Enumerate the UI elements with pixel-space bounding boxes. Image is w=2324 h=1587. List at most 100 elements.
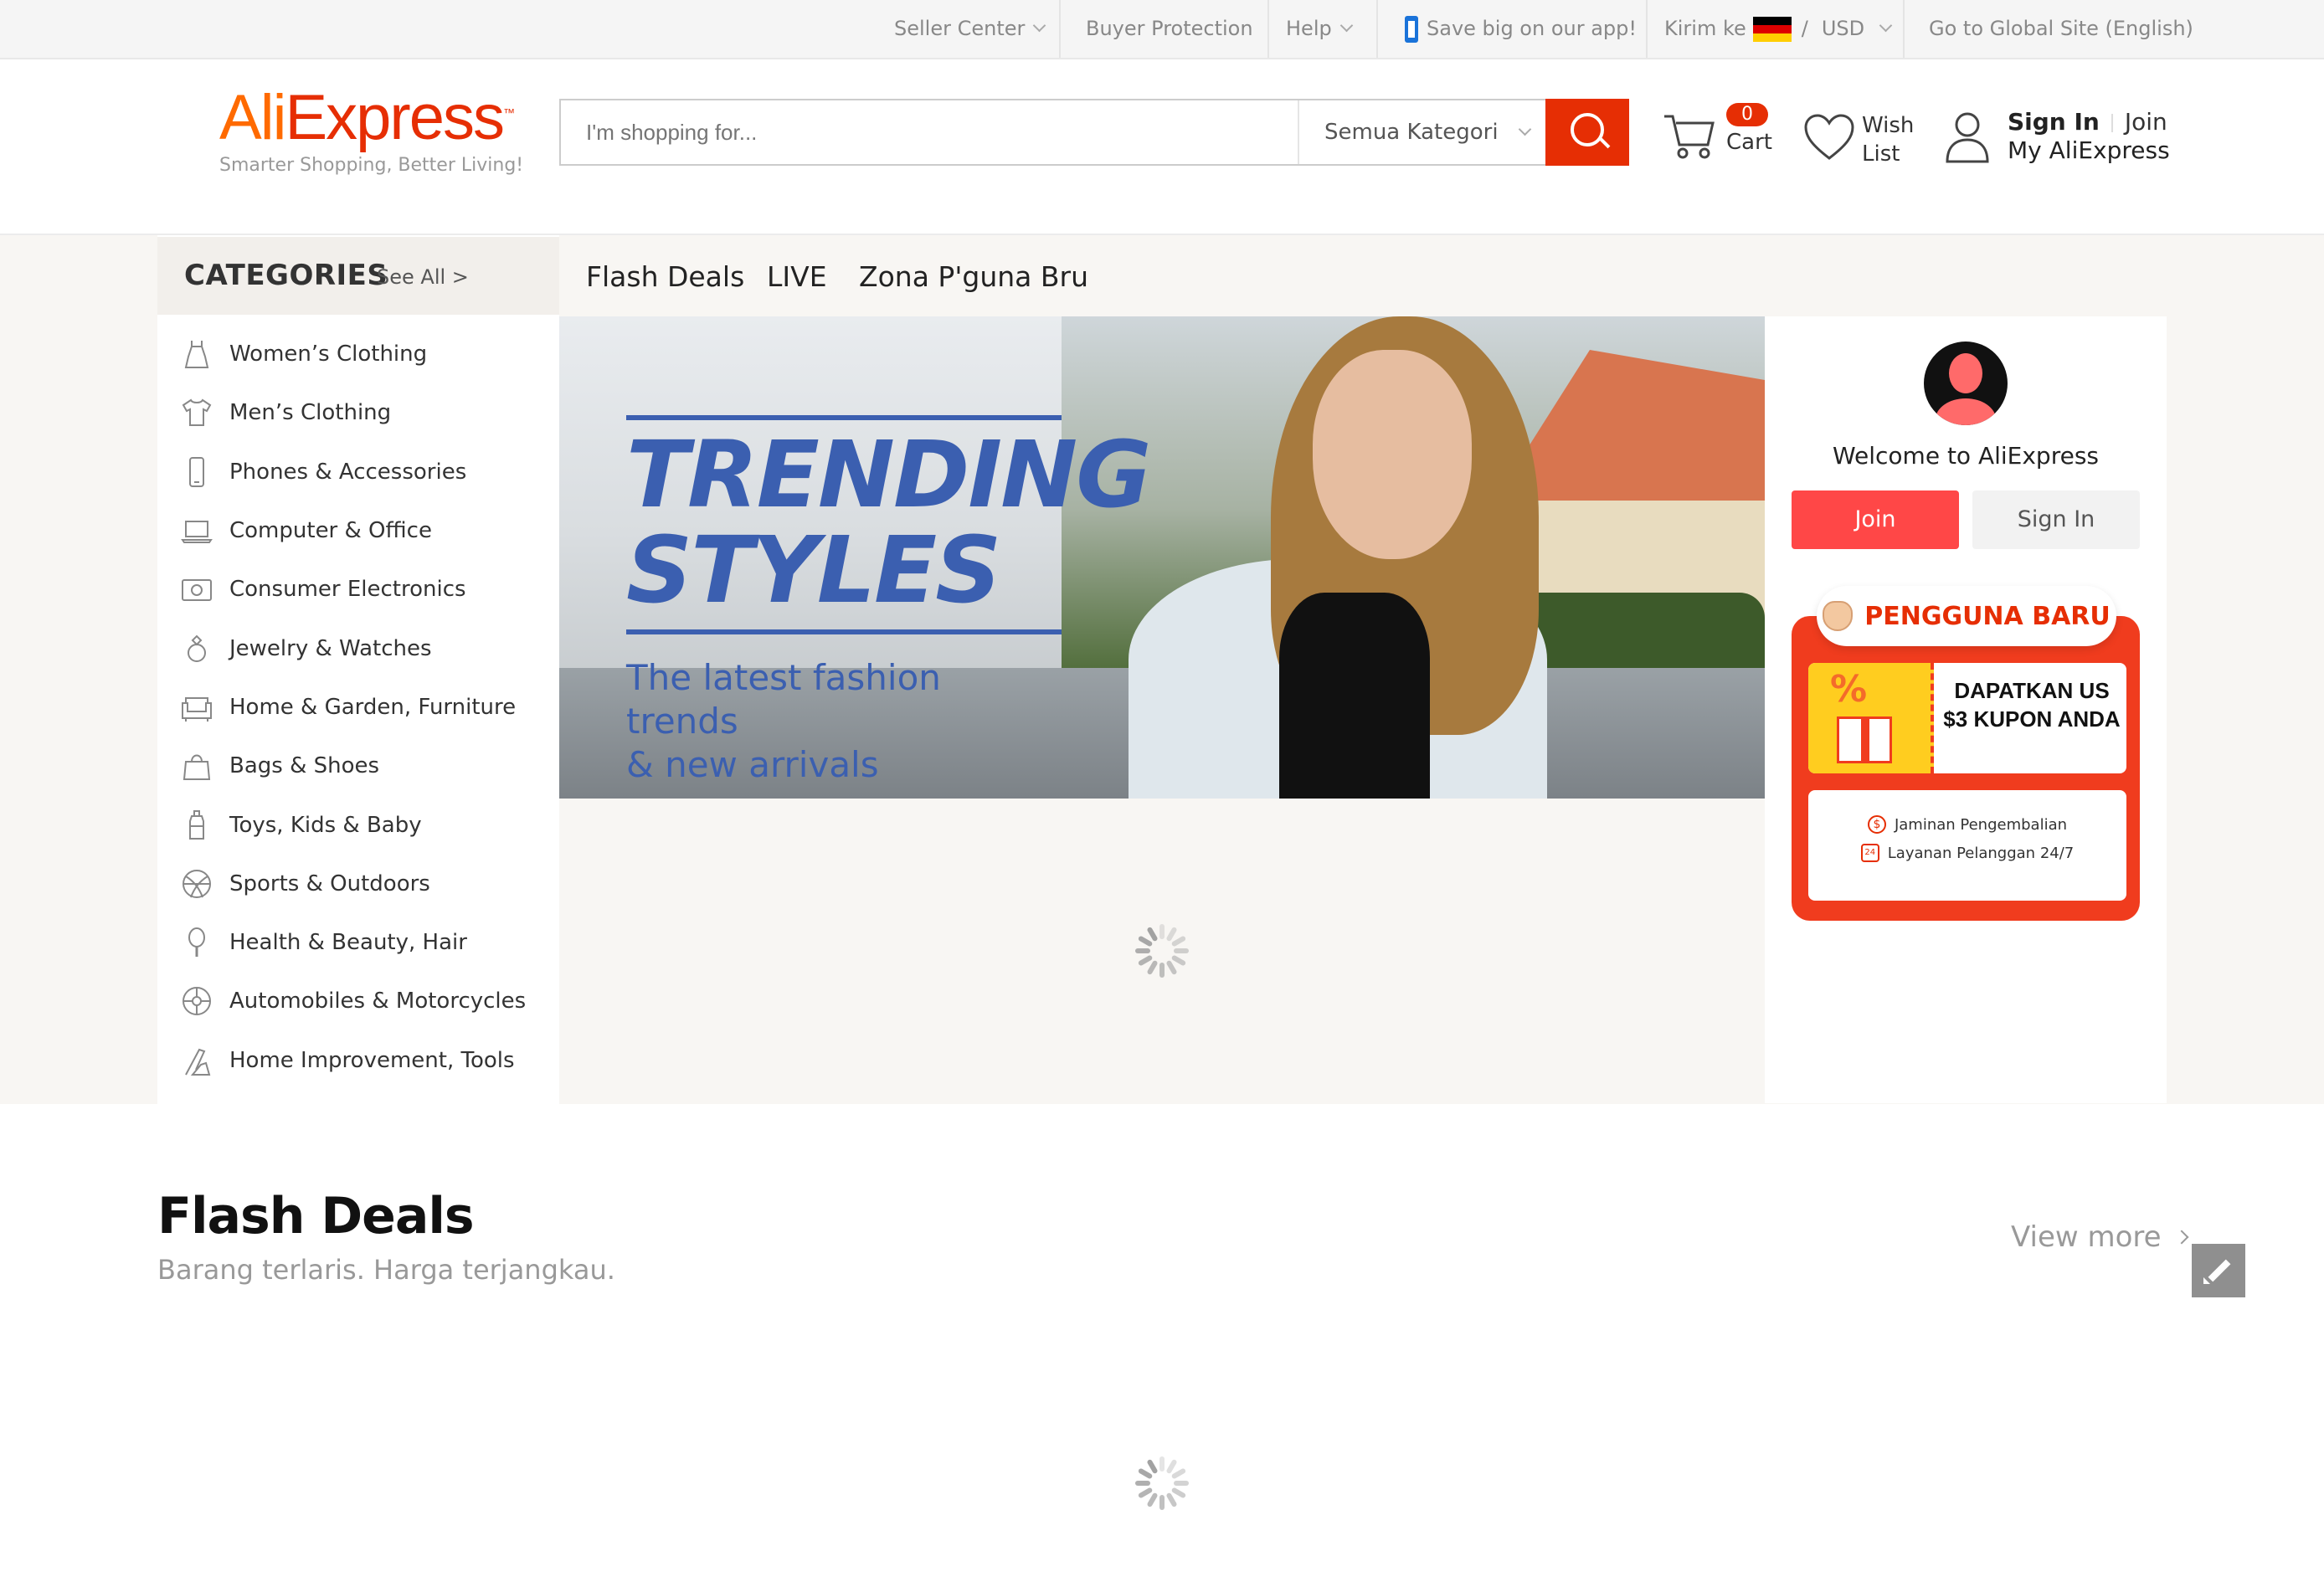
- germany-flag-icon: [1752, 16, 1792, 42]
- spinner-spoke: [1159, 1456, 1165, 1471]
- divider: [2111, 114, 2113, 132]
- help-menu[interactable]: Help: [1286, 0, 1353, 58]
- chevron-right-icon: [2174, 1230, 2189, 1245]
- category-item-jewelry-watches[interactable]: Jewelry & Watches: [157, 619, 559, 677]
- global-site-link[interactable]: Go to Global Site (English): [1929, 0, 2193, 58]
- category-item-automobiles-motorcycles[interactable]: Automobiles & Motorcycles: [157, 972, 559, 1030]
- category-item-consumer-electronics[interactable]: Consumer Electronics: [157, 560, 559, 619]
- currency-label: USD: [1821, 17, 1865, 40]
- wish-list-label: Wish List: [1862, 111, 1914, 168]
- spinner-spoke: [1146, 959, 1159, 976]
- search-button[interactable]: [1545, 99, 1629, 166]
- category-label: Computer & Office: [229, 518, 432, 544]
- bag-icon: [183, 754, 211, 781]
- wish-list-button[interactable]: Wish List: [1802, 103, 1927, 170]
- waving-hand-icon: [1823, 601, 1854, 631]
- hero-banner[interactable]: TRENDING STYLES The latest fashion trend…: [559, 316, 1765, 799]
- cart-icon: [1664, 115, 1715, 159]
- cart-button[interactable]: 0 Cart: [1661, 103, 1772, 170]
- category-item-health-beauty-hair[interactable]: Health & Beauty, Hair: [157, 913, 559, 972]
- spinner-spoke: [1174, 948, 1189, 953]
- heart-icon: [1804, 114, 1854, 160]
- nav-tabs: Flash Deals LIVE Zona P'guna Bru: [559, 237, 2167, 315]
- categories-header: CATEGORIES See All >: [157, 237, 559, 315]
- promo-title-label: PENGGUNA BARU: [1864, 601, 2111, 631]
- tab-new-user-zone[interactable]: Zona P'guna Bru: [859, 260, 1088, 293]
- search-input[interactable]: [561, 100, 1296, 164]
- search-bar: Semua Kategori: [559, 99, 1629, 166]
- ship-to-currency-selector[interactable]: Kirim ke / USD: [1664, 0, 1893, 58]
- category-item-mens-clothing[interactable]: Men’s Clothing: [157, 383, 559, 442]
- banner-model-top: [1279, 593, 1430, 799]
- dollar-circle-icon: $: [1867, 815, 1886, 834]
- banner-subline: The latest fashion trends & new arrivals: [626, 656, 1062, 787]
- chevron-down-icon: [1033, 18, 1046, 33]
- category-dropdown[interactable]: Semua Kategori: [1298, 100, 1549, 164]
- buyer-protection-link[interactable]: Buyer Protection: [1086, 0, 1253, 58]
- bottle-icon: [189, 809, 204, 840]
- category-label: Men’s Clothing: [229, 400, 392, 426]
- divider: [1903, 0, 1905, 58]
- category-item-sports-outdoors[interactable]: Sports & Outdoors: [157, 855, 559, 913]
- banner-text: TRENDING STYLES The latest fashion trend…: [626, 415, 1152, 787]
- chevron-down-icon: [1339, 18, 1353, 33]
- my-aliexpress-link[interactable]: My AliExpress: [2008, 136, 2170, 164]
- category-item-toys-kids-baby[interactable]: Toys, Kids & Baby: [157, 795, 559, 854]
- assurance-support: 24 Layanan Pelanggan 24/7: [1808, 844, 2126, 862]
- divider: [1059, 0, 1061, 58]
- category-label: Home & Garden, Furniture: [229, 694, 517, 720]
- sign-in-button[interactable]: Sign In: [1972, 490, 2140, 549]
- category-item-computer-office[interactable]: Computer & Office: [157, 501, 559, 560]
- seller-center-link[interactable]: Seller Center: [894, 0, 1046, 58]
- edit-pencil-button[interactable]: [2192, 1244, 2245, 1297]
- divider: [1267, 0, 1269, 58]
- logo-trademark: ™: [503, 105, 515, 120]
- aliexpress-logo[interactable]: AliExpress™: [219, 81, 515, 154]
- banner-headline-line1: TRENDING: [626, 421, 1152, 528]
- banner-rule: [626, 629, 1062, 634]
- chevron-down-icon: [1879, 18, 1893, 33]
- tab-live[interactable]: LIVE: [767, 260, 827, 293]
- banner-model-face: [1313, 350, 1472, 559]
- banner-subline-line2: & new arrivals: [626, 744, 879, 785]
- spinner-spoke: [1159, 1495, 1165, 1510]
- percent-icon: %: [1830, 668, 1868, 711]
- spinner-spoke: [1159, 924, 1165, 939]
- wheel-icon: [183, 987, 211, 1016]
- banner-subline-line1: The latest fashion trends: [626, 657, 941, 742]
- banner-rule: [626, 415, 1062, 420]
- tab-flash-deals[interactable]: Flash Deals: [586, 260, 744, 293]
- category-item-womens-clothing[interactable]: Women’s Clothing: [157, 325, 559, 383]
- category-item-bags-shoes[interactable]: Bags & Shoes: [157, 737, 559, 795]
- header: AliExpress™ Smarter Shopping, Better Liv…: [0, 59, 2324, 235]
- loading-spinner-icon: [1135, 1456, 1189, 1510]
- app-promo-link[interactable]: Save big on our app!: [1405, 0, 1637, 58]
- assurance-box: $ Jaminan Pengembalian 24 Layanan Pelang…: [1808, 790, 2126, 901]
- assurance-return: $ Jaminan Pengembalian: [1808, 815, 2126, 834]
- global-site-label: Go to Global Site (English): [1929, 17, 2193, 40]
- slash-separator: /: [1801, 17, 1808, 40]
- view-more-link[interactable]: View more: [2011, 1220, 2189, 1254]
- join-button[interactable]: Join: [1792, 490, 1959, 549]
- logo-ali: Ali: [219, 82, 286, 153]
- category-item-home-garden-furniture[interactable]: Home & Garden, Furniture: [157, 678, 559, 737]
- sofa-icon: [182, 696, 212, 722]
- category-dropdown-label: Semua Kategori: [1324, 120, 1499, 145]
- coupon-text: DAPATKAN US $3 KUPON ANDA: [1943, 678, 2121, 732]
- category-item-home-improvement-tools[interactable]: Home Improvement, Tools: [157, 1031, 559, 1090]
- account-menu: Sign In Join My AliExpress: [1944, 103, 2170, 170]
- join-link[interactable]: Join: [2125, 108, 2167, 136]
- view-more-label: View more: [2011, 1220, 2162, 1254]
- coupon-art: %: [1808, 663, 1934, 773]
- divider: [1646, 0, 1648, 58]
- laptop-icon: [181, 521, 213, 544]
- mirror-icon: [188, 927, 205, 958]
- top-bar: Seller Center Buyer Protection Help Save…: [0, 0, 2324, 59]
- see-all-categories-link[interactable]: See All >: [377, 265, 469, 289]
- sign-in-link[interactable]: Sign In: [2008, 108, 2100, 136]
- spinner-spoke: [1135, 948, 1150, 953]
- category-label: Consumer Electronics: [229, 577, 466, 603]
- welcome-text: Welcome to AliExpress: [1832, 442, 2100, 470]
- coupon-card[interactable]: % DAPATKAN US $3 KUPON ANDA: [1808, 663, 2126, 773]
- category-item-phones-accessories[interactable]: Phones & Accessories: [157, 443, 559, 501]
